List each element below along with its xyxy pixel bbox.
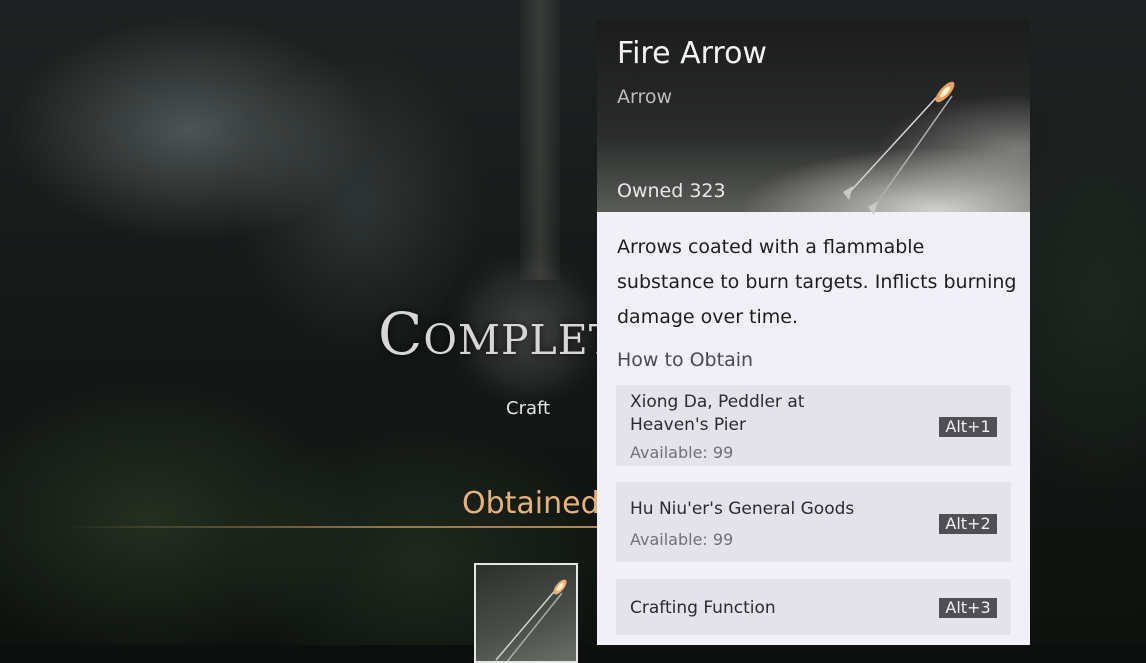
item-header: Fire Arrow Arrow Owned 323 (597, 20, 1030, 215)
source-name: Hu Niu'er's General Goods (630, 499, 855, 519)
source-available: Available: 99 (630, 530, 734, 549)
source-available: Available: 99 (630, 443, 734, 462)
fire-arrow-icon (495, 579, 567, 661)
owned-value: 323 (689, 180, 726, 202)
fire-arrow-icon (843, 81, 955, 215)
how-to-obtain-title: How to Obtain (617, 349, 754, 371)
item-name: Fire Arrow (617, 36, 767, 71)
item-detail-panel: Fire Arrow Arrow Owned 323 Arrows coated… (597, 20, 1030, 645)
hotkey-alt-3: Alt+3 (939, 598, 997, 618)
owned-count: Owned 323 (617, 180, 726, 202)
source-name-line1: Xiong Da, Peddler at (630, 392, 805, 412)
source-name: Crafting Function (630, 598, 776, 618)
source-crafting[interactable]: Crafting Function Alt+3 (616, 579, 1011, 635)
obtained-divider (60, 526, 600, 528)
source-name-line2: Heaven's Pier (630, 415, 746, 435)
hotkey-alt-2: Alt+2 (939, 514, 997, 534)
source-xiong-da[interactable]: Xiong Da, Peddler at Heaven's Pier Avail… (616, 385, 1011, 466)
item-description: Arrows coated with a flammable substance… (617, 236, 1017, 328)
tree-trunk (520, 0, 560, 280)
item-type: Arrow (617, 86, 673, 108)
obtained-heading: Obtained (462, 486, 600, 521)
hotkey-alt-1: Alt+1 (939, 417, 997, 437)
craft-label: Craft (506, 398, 551, 419)
source-hu-niuer[interactable]: Hu Niu'er's General Goods Available: 99 … (616, 482, 1011, 562)
obtained-item-slot[interactable] (474, 563, 578, 663)
owned-label: Owned (617, 180, 684, 202)
